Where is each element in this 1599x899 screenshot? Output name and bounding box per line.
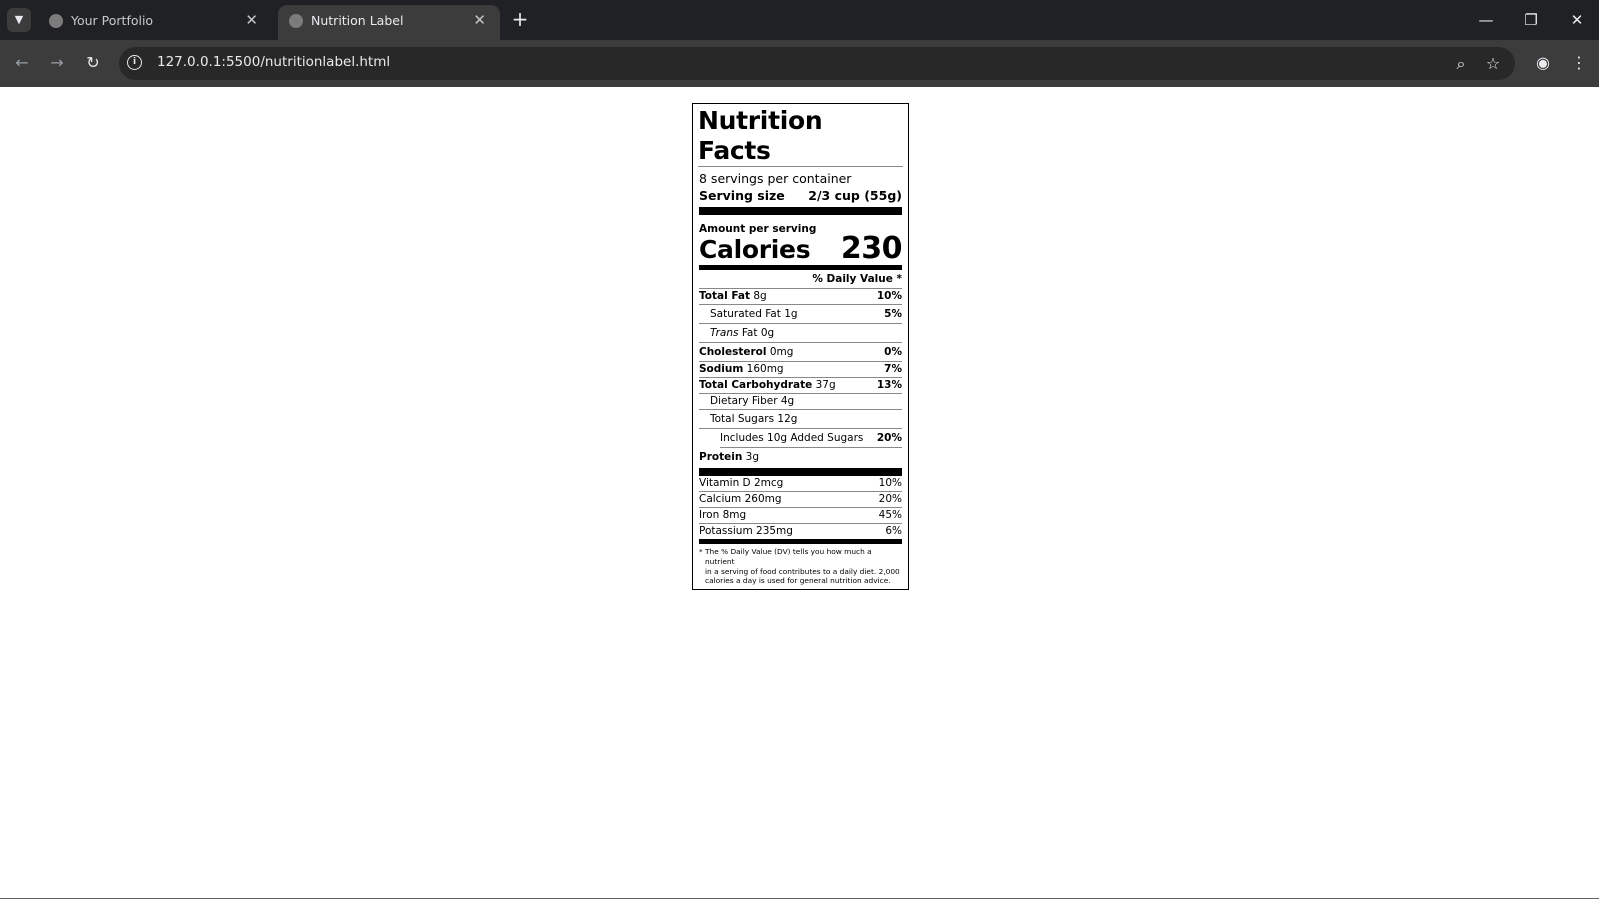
nutrient-amount: 0mg <box>769 346 794 358</box>
browser-toolbar: ← → ↻ i 127.0.0.1:5500/nutritionlabel.ht… <box>0 40 1599 87</box>
nutrient-amount: 3g <box>745 451 760 463</box>
serving-size-label: Serving size <box>699 188 785 203</box>
footnote: * The % Daily Value (DV) tells you how m… <box>699 544 902 586</box>
kebab-menu-icon[interactable]: ⋮ <box>1567 51 1591 75</box>
plus-icon[interactable]: + <box>509 9 531 31</box>
tab-title: Your Portfolio <box>71 13 154 28</box>
nutrient-row-protein: Protein 3g <box>699 448 902 466</box>
minimize-icon[interactable]: — <box>1471 7 1501 33</box>
nutrient-dv: 13% <box>876 379 902 391</box>
footnote-line: calories a day is used for general nutri… <box>705 576 891 586</box>
zoom-icon[interactable]: ⌕ <box>1449 52 1473 76</box>
footnote-line: in a serving of food contributes to a da… <box>705 566 900 576</box>
calories-row: Calories 230 <box>699 231 903 266</box>
nutrient-name: Dietary Fiber <box>710 395 778 407</box>
nutrient-name: Trans <box>710 327 739 339</box>
tab-strip: ▼ Your Portfolio ✕ Nutrition Label ✕ + —… <box>0 0 1599 40</box>
tab-title: Nutrition Label <box>311 13 404 28</box>
vitamin-dv: 10% <box>878 477 902 489</box>
address-bar[interactable]: i 127.0.0.1:5500/nutritionlabel.html ⌕ ☆ <box>119 47 1515 80</box>
nutrient-dv: 10% <box>876 290 902 302</box>
nutrient-dv: 0% <box>884 346 902 358</box>
vitamin-dv: 20% <box>878 493 902 505</box>
serving-size-row: Serving size 2/3 cup (55g) <box>699 187 902 205</box>
nutrient-name: Total Fat <box>699 290 751 302</box>
nutrient-dv: 20% <box>876 432 902 444</box>
vitamin-name: Calcium 260mg <box>699 493 782 505</box>
arrow-right-icon[interactable]: → <box>44 50 70 76</box>
nutrition-label: Nutrition Facts 8 servings per container… <box>692 103 909 591</box>
vitamin-row-potassium: Potassium 235mg 6% <box>699 524 902 539</box>
close-icon[interactable]: ✕ <box>245 11 258 29</box>
nutrient-name: Total Sugars <box>710 413 775 425</box>
chevron-down-icon[interactable]: ▼ <box>7 8 31 32</box>
page-viewport: Nutrition Facts 8 servings per container… <box>0 87 1599 899</box>
nutrient-row-trans-fat: Trans Fat 0g <box>699 324 902 343</box>
nutrient-name: Protein <box>699 451 743 463</box>
nutrient-row-dietary-fiber: Dietary Fiber 4g <box>699 394 902 410</box>
nutrient-dv: 7% <box>884 363 902 375</box>
nutrient-amount: 8g <box>753 290 767 302</box>
star-icon[interactable]: ☆ <box>1481 52 1505 76</box>
vitamin-row-vitamin-d: Vitamin D 2mcg 10% <box>699 476 902 492</box>
tab-nutrition-label[interactable]: Nutrition Label ✕ <box>278 5 500 40</box>
calories-label: Calories <box>699 235 811 264</box>
arrow-left-icon[interactable]: ← <box>9 50 35 76</box>
calories-value: 230 <box>840 231 903 266</box>
label-title: Nutrition Facts <box>698 106 903 167</box>
vitamin-name: Vitamin D 2mcg <box>699 477 784 489</box>
profile-icon[interactable]: ◉ <box>1531 51 1555 75</box>
nutrient-row-added-sugars: Includes 10g Added Sugars 20% <box>720 429 902 448</box>
reload-icon[interactable]: ↻ <box>80 50 106 76</box>
nutrient-amount: 0g <box>760 327 775 339</box>
nutrient-name: Saturated Fat <box>710 308 781 320</box>
vitamin-row-iron: Iron 8mg 45% <box>699 508 902 524</box>
url-text[interactable]: 127.0.0.1:5500/nutritionlabel.html <box>157 54 390 70</box>
close-window-icon[interactable]: ✕ <box>1562 7 1592 33</box>
globe-icon <box>49 14 63 28</box>
nutrient-row-cholesterol: Cholesterol 0mg 0% <box>699 343 902 362</box>
daily-value-header: % Daily Value * <box>699 270 902 289</box>
nutrient-row-total-fat: Total Fat 8g 10% <box>699 289 902 305</box>
divider-thick <box>699 468 902 476</box>
nutrient-dv: 5% <box>884 308 902 320</box>
vitamin-name: Iron 8mg <box>699 509 747 521</box>
serving-size-value: 2/3 cup (55g) <box>808 188 902 203</box>
nutrient-amount: 1g <box>784 308 798 320</box>
footnote-star: * <box>699 547 703 556</box>
nutrient-amount: 12g <box>777 413 798 425</box>
nutrient-amount: 160mg <box>746 363 784 375</box>
nutrient-name: Cholesterol <box>699 346 767 358</box>
info-icon[interactable]: i <box>127 55 142 70</box>
vitamin-dv: 45% <box>878 509 902 521</box>
nutrient-name: Sodium <box>699 363 744 375</box>
nutrient-name-suffix: Fat <box>741 327 758 339</box>
vitamin-dv: 6% <box>885 525 902 537</box>
vitamin-row-calcium: Calcium 260mg 20% <box>699 492 902 508</box>
restore-icon[interactable]: ❐ <box>1516 7 1546 33</box>
tab-your-portfolio[interactable]: Your Portfolio ✕ <box>38 5 272 40</box>
nutrient-amount: 37g <box>815 379 836 391</box>
divider-thick <box>699 207 902 215</box>
servings-per-container: 8 servings per container <box>699 171 852 186</box>
nutrient-amount: 4g <box>780 395 795 407</box>
footnote-line: The % Daily Value (DV) tells you how muc… <box>705 547 872 566</box>
vitamin-name: Potassium 235mg <box>699 525 793 537</box>
nutrient-name: Total Carbohydrate <box>699 379 813 391</box>
nutrient-name: Includes 10g Added Sugars <box>720 432 864 444</box>
globe-icon <box>289 14 303 28</box>
nutrient-row-total-sugars: Total Sugars 12g <box>699 410 902 429</box>
nutrient-row-saturated-fat: Saturated Fat 1g 5% <box>699 305 902 324</box>
nutrient-row-sodium: Sodium 160mg 7% <box>699 362 902 378</box>
nutrient-row-total-carbohydrate: Total Carbohydrate 37g 13% <box>699 378 902 394</box>
close-icon[interactable]: ✕ <box>473 11 486 29</box>
